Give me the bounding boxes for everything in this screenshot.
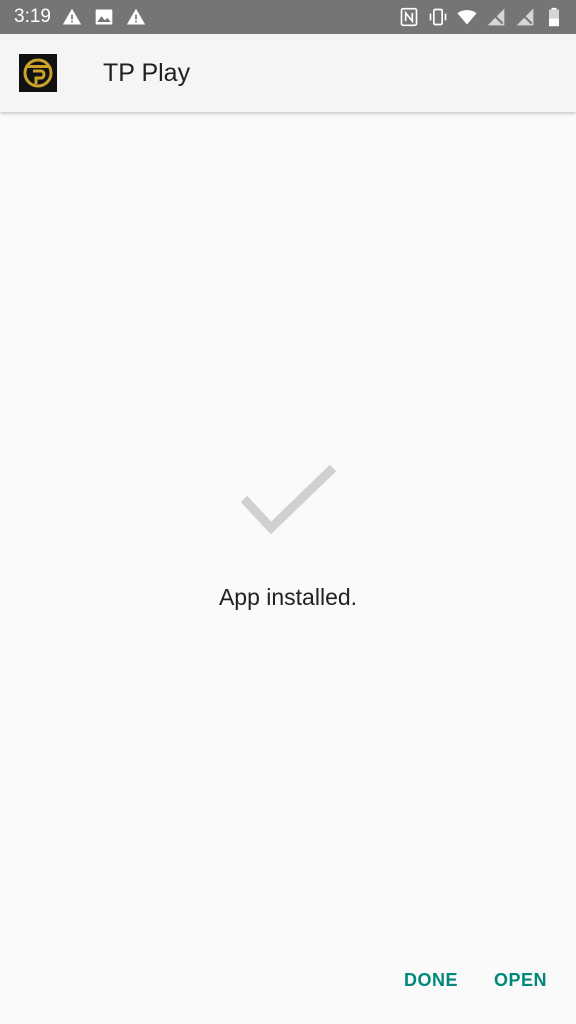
tp-play-logo-icon [19,54,57,92]
app-bar: TP Play [0,34,576,112]
status-bar: 3:19 [0,0,576,34]
warning-icon [126,8,146,25]
vibrate-icon [429,8,447,26]
no-signal-icon [516,8,534,26]
status-notification-icons [62,7,146,27]
open-button[interactable]: OPEN [494,966,547,994]
done-button[interactable]: DONE [404,966,458,994]
nfc-icon [400,7,418,27]
wifi-icon [457,10,477,25]
check-icon [240,464,337,535]
battery-icon [549,7,559,27]
status-time: 3:19 [14,6,51,27]
no-signal-icon [487,8,505,26]
status-system-icons [399,7,564,27]
image-icon [95,9,113,25]
app-title: TP Play [103,59,191,87]
warning-icon [62,8,82,25]
install-status-message: App installed. [218,584,358,610]
